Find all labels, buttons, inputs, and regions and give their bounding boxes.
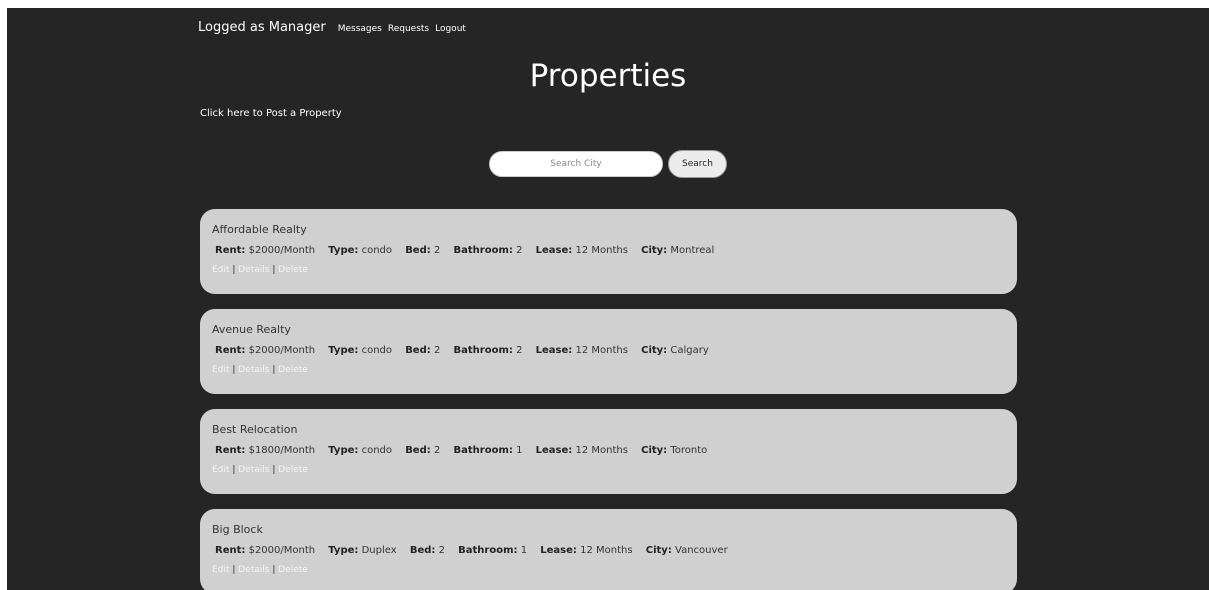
property-card: Affordable Realty Rent: $2000/Month Type… — [200, 209, 1017, 294]
app-page: Logged as Manager Messages Requests Logo… — [7, 8, 1209, 590]
property-details: Rent: $2000/Month Type: Duplex Bed: 2 Ba… — [215, 544, 1005, 558]
search-city-input[interactable] — [489, 151, 663, 177]
logged-in-user: Logged as Manager — [198, 20, 326, 35]
lease-value: 12 Months — [575, 345, 628, 356]
search-bar: Search — [489, 150, 727, 178]
bathroom-value: 2 — [516, 245, 523, 256]
bed-label: Bed: — [405, 345, 431, 356]
action-separator: | — [272, 365, 276, 375]
logout-link[interactable]: Logout — [435, 24, 466, 34]
type-value: condo — [361, 445, 392, 456]
type-value: condo — [361, 345, 392, 356]
type-label: Type: — [328, 245, 359, 256]
delete-link[interactable]: Delete — [278, 265, 308, 275]
bathroom-value: 2 — [516, 345, 523, 356]
lease-label: Lease: — [535, 445, 573, 456]
delete-link[interactable]: Delete — [278, 565, 308, 575]
delete-link[interactable]: Delete — [278, 365, 308, 375]
city-label: City: — [641, 345, 668, 356]
action-separator: | — [232, 465, 236, 475]
city-value: Toronto — [670, 445, 708, 456]
rent-value: $2000/Month — [248, 245, 316, 256]
type-label: Type: — [328, 445, 359, 456]
messages-link[interactable]: Messages — [338, 24, 382, 34]
property-name: Affordable Realty — [212, 223, 307, 236]
rent-value: $2000/Month — [248, 545, 316, 556]
requests-link[interactable]: Requests — [388, 24, 429, 34]
lease-label: Lease: — [535, 345, 573, 356]
lease-value: 12 Months — [575, 245, 628, 256]
details-link[interactable]: Details — [238, 565, 269, 575]
search-button[interactable]: Search — [668, 150, 727, 178]
property-card: Big Block Rent: $2000/Month Type: Duplex… — [200, 509, 1017, 590]
bathroom-value: 1 — [516, 445, 523, 456]
details-link[interactable]: Details — [238, 265, 269, 275]
bathroom-label: Bathroom: — [453, 445, 513, 456]
action-separator: | — [272, 265, 276, 275]
edit-link[interactable]: Edit — [212, 465, 229, 475]
bathroom-label: Bathroom: — [453, 245, 513, 256]
city-value: Vancouver — [675, 545, 728, 556]
bathroom-label: Bathroom: — [453, 345, 513, 356]
edit-link[interactable]: Edit — [212, 565, 229, 575]
bed-label: Bed: — [409, 545, 436, 556]
property-list: Affordable Realty Rent: $2000/Month Type… — [200, 209, 1017, 590]
lease-label: Lease: — [535, 245, 573, 256]
bathroom-label: Bathroom: — [458, 545, 518, 556]
type-value: condo — [361, 245, 392, 256]
action-separator: | — [232, 365, 236, 375]
rent-value: $2000/Month — [248, 345, 316, 356]
type-label: Type: — [328, 345, 359, 356]
action-separator: | — [232, 565, 236, 575]
property-actions: Edit | Details | Delete — [212, 564, 1005, 577]
city-label: City: — [641, 445, 668, 456]
property-details: Rent: $2000/Month Type: condo Bed: 2 Bat… — [215, 244, 1005, 258]
top-nav: Logged as Manager Messages Requests Logo… — [198, 20, 472, 35]
lease-value: 12 Months — [575, 445, 628, 456]
bed-value: 2 — [433, 445, 441, 456]
property-name: Big Block — [212, 523, 263, 536]
delete-link[interactable]: Delete — [278, 465, 308, 475]
rent-label: Rent: — [215, 545, 246, 556]
type-value: Duplex — [361, 545, 397, 556]
city-label: City: — [645, 545, 672, 556]
bed-value: 2 — [438, 545, 445, 556]
edit-link[interactable]: Edit — [212, 265, 229, 275]
property-details: Rent: $2000/Month Type: condo Bed: 2 Bat… — [215, 344, 1005, 358]
property-name: Avenue Realty — [212, 323, 291, 336]
property-details: Rent: $1800/Month Type: condo Bed: 2 Bat… — [215, 444, 1005, 458]
property-actions: Edit | Details | Delete — [212, 464, 1005, 477]
bathroom-value: 1 — [520, 545, 528, 556]
details-link[interactable]: Details — [238, 465, 269, 475]
action-separator: | — [232, 265, 236, 275]
city-label: City: — [641, 245, 668, 256]
city-value: Montreal — [670, 245, 715, 256]
property-actions: Edit | Details | Delete — [212, 364, 1005, 377]
property-card: Best Relocation Rent: $1800/Month Type: … — [200, 409, 1017, 494]
rent-value: $1800/Month — [248, 445, 316, 456]
details-link[interactable]: Details — [238, 365, 269, 375]
property-actions: Edit | Details | Delete — [212, 264, 1005, 277]
rent-label: Rent: — [215, 345, 246, 356]
action-separator: | — [272, 565, 276, 575]
bed-label: Bed: — [405, 245, 431, 256]
bed-value: 2 — [433, 245, 441, 256]
property-card: Avenue Realty Rent: $2000/Month Type: co… — [200, 309, 1017, 394]
type-label: Type: — [328, 545, 359, 556]
page-title: Properties — [529, 58, 687, 94]
edit-link[interactable]: Edit — [212, 365, 229, 375]
rent-label: Rent: — [215, 245, 246, 256]
lease-label: Lease: — [540, 545, 577, 556]
action-separator: | — [272, 465, 276, 475]
bed-value: 2 — [433, 345, 441, 356]
lease-value: 12 Months — [580, 545, 633, 556]
bed-label: Bed: — [405, 445, 431, 456]
property-name: Best Relocation — [212, 423, 298, 436]
rent-label: Rent: — [215, 445, 246, 456]
city-value: Calgary — [670, 345, 709, 356]
post-property-link[interactable]: Click here to Post a Property — [200, 108, 342, 119]
